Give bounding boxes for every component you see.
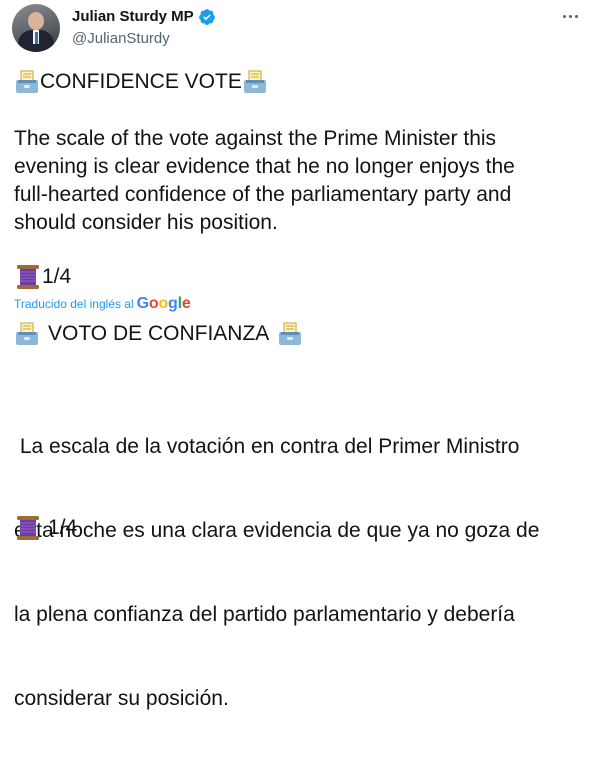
more-options-icon[interactable] (556, 6, 584, 26)
ballot-box-emoji (16, 322, 38, 345)
tweet: Julian Sturdy MP @JulianSturdy CONFIDENC… (0, 0, 591, 710)
translated-headline-line: VOTO DE CONFIANZA (14, 320, 303, 348)
avatar-tie (34, 32, 38, 44)
original-headline: CONFIDENCE VOTE (40, 70, 242, 93)
thread-spool-emoji (17, 516, 39, 540)
ballot-box-emoji (16, 70, 38, 93)
more-dot (562, 14, 566, 18)
translated-paragraph: La escala de la votación en contra del P… (14, 377, 539, 769)
thread-counter: 1/4 (48, 516, 78, 539)
avatar[interactable] (12, 4, 60, 52)
thread-spool-emoji (17, 265, 39, 289)
author-display-name[interactable]: Julian Sturdy MP (72, 8, 194, 26)
original-paragraph: The scale of the vote against the Prime … (14, 125, 515, 237)
translation-label: Traducido del inglés al (14, 297, 134, 311)
ballot-box-emoji (243, 70, 266, 93)
paragraph-line: full-hearted confidence of the parliamen… (14, 183, 512, 206)
more-dot (574, 14, 578, 18)
original-counter-line: 1/4 (14, 263, 71, 291)
original-headline-line: CONFIDENCE VOTE (14, 68, 268, 96)
translation-attribution[interactable]: Traducido del inglés al Google (14, 296, 191, 312)
paragraph-line: evening is clear evidence that he no lon… (14, 155, 515, 178)
ballot-box-emoji (279, 322, 302, 345)
paragraph-line: should consider his position. (14, 211, 278, 234)
translated-counter-line: 1/4 (14, 514, 77, 542)
author-name-line: Julian Sturdy MP (72, 8, 216, 26)
thread-counter: 1/4 (42, 265, 72, 288)
translated-headline: VOTO DE CONFIANZA (48, 322, 270, 345)
author-handle[interactable]: @JulianSturdy (72, 30, 170, 48)
paragraph-line: la plena confianza del partido parlament… (14, 603, 515, 626)
paragraph-line: esta noche es una clara evidencia de que… (14, 519, 540, 542)
google-logo: Google (136, 295, 191, 312)
paragraph-line: considerar su posición. (14, 687, 229, 710)
avatar-head (28, 12, 44, 30)
paragraph-line: La escala de la votación en contra del P… (14, 435, 520, 458)
verified-badge-icon (198, 9, 215, 25)
paragraph-line: The scale of the vote against the Prime … (14, 127, 497, 150)
more-dot (568, 14, 572, 18)
